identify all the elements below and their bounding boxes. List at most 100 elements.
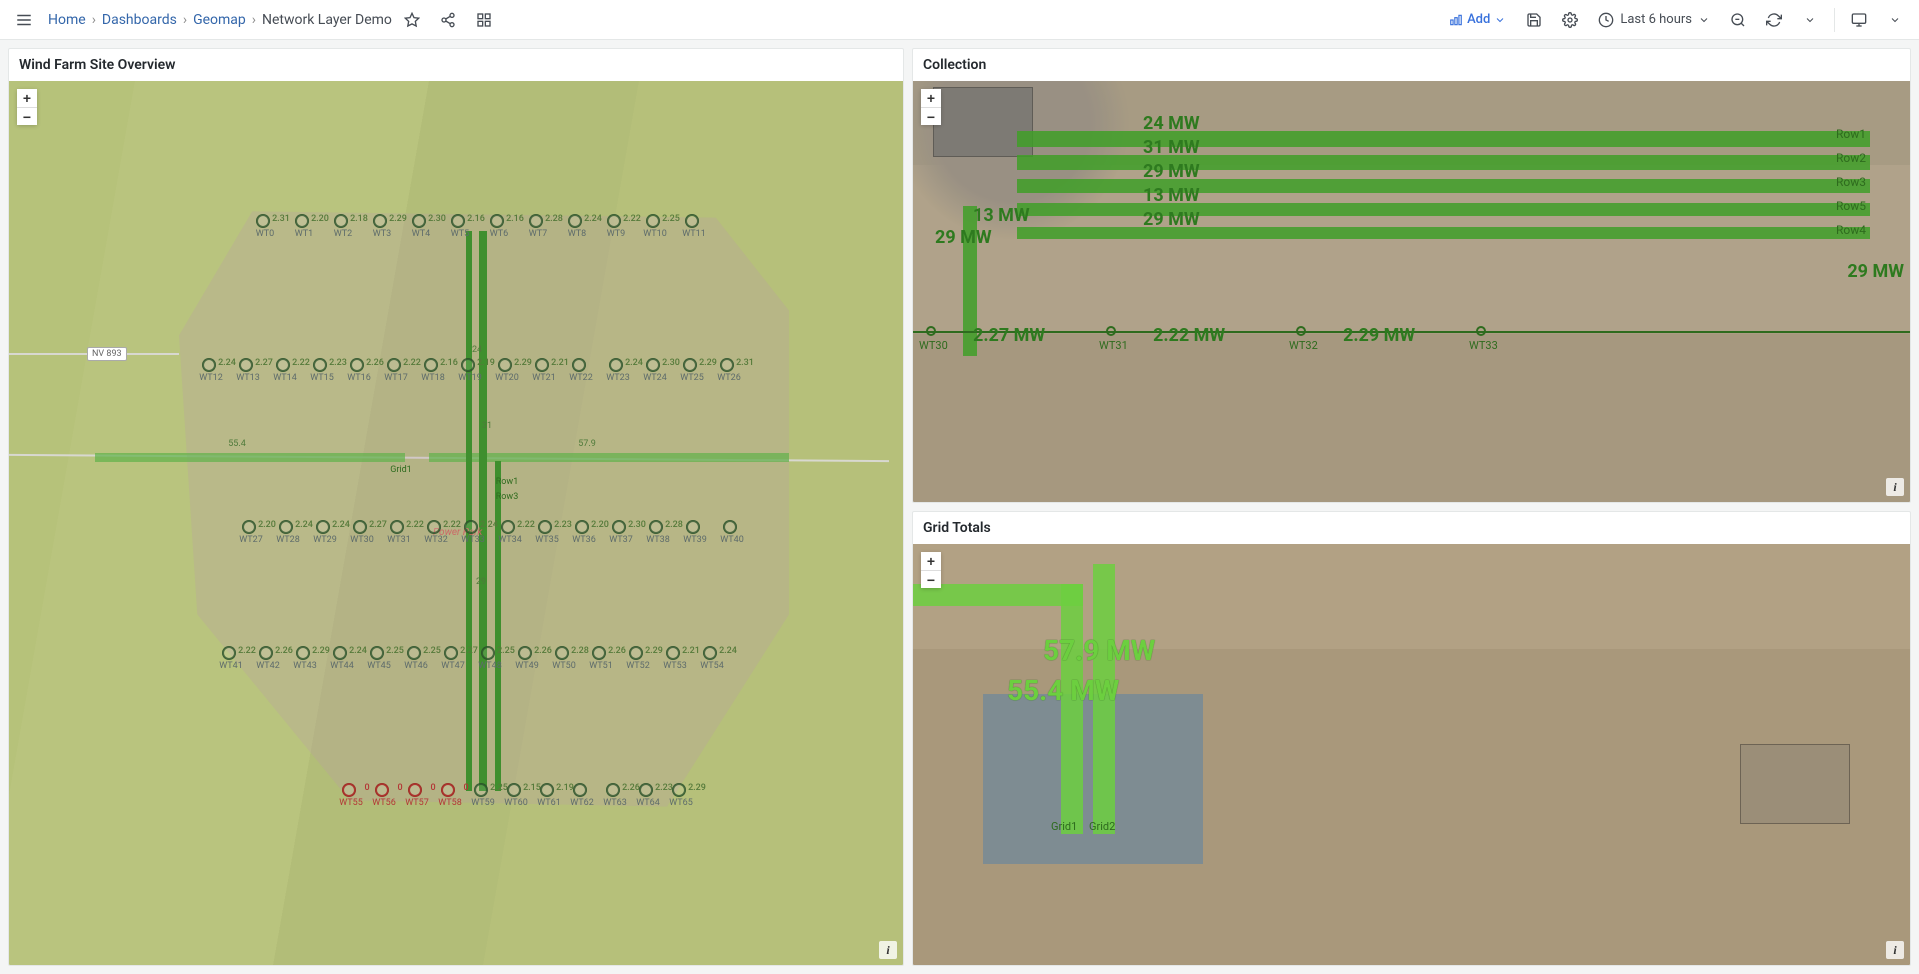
star-icon[interactable] [396, 4, 428, 36]
turbine-marker[interactable] [672, 783, 686, 797]
panel-title[interactable]: Wind Farm Site Overview [9, 49, 903, 81]
turbine-marker[interactable] [666, 646, 680, 660]
turbine-marker[interactable] [342, 783, 356, 797]
map-overview[interactable]: NV 893 55.4 57.9 24 31 29 Grid1 [9, 81, 903, 965]
settings-icon[interactable] [1554, 4, 1586, 36]
zoom-out-button[interactable]: − [921, 570, 941, 588]
turbine-marker[interactable] [387, 358, 401, 372]
breadcrumb-dashboards[interactable]: Dashboards [102, 12, 177, 28]
zoom-in-button[interactable]: + [921, 89, 941, 107]
save-icon[interactable] [1518, 4, 1550, 36]
turbine-marker[interactable] [313, 358, 327, 372]
turbine-marker[interactable] [501, 520, 515, 534]
turbine-marker[interactable] [612, 520, 626, 534]
map-gridtotals[interactable]: 57.9 MW 55.4 MW Grid1 Grid2 [913, 544, 1910, 965]
turbine-marker[interactable] [333, 646, 347, 660]
zoom-out-button[interactable]: − [921, 107, 941, 125]
turbine-marker[interactable] [256, 214, 270, 228]
turbine-marker[interactable] [296, 646, 310, 660]
turbine-marker[interactable] [606, 783, 620, 797]
breadcrumb-home[interactable]: Home [48, 12, 86, 28]
turbine-marker[interactable] [703, 646, 717, 660]
turbine-marker[interactable] [1473, 323, 1489, 339]
turbine-marker[interactable] [573, 783, 587, 797]
turbine-marker[interactable] [412, 214, 426, 228]
turbine-marker[interactable] [276, 358, 290, 372]
turbine-marker[interactable] [1103, 323, 1119, 339]
turbine-marker[interactable] [202, 358, 216, 372]
turbine-marker[interactable] [607, 214, 621, 228]
turbine-marker[interactable] [279, 520, 293, 534]
turbine-marker[interactable] [575, 520, 589, 534]
turbine-marker[interactable] [685, 214, 699, 228]
turbine-marker[interactable] [239, 358, 253, 372]
turbine-marker[interactable] [373, 214, 387, 228]
turbine-marker[interactable] [529, 214, 543, 228]
turbine-marker[interactable] [1293, 323, 1309, 339]
turbine-marker[interactable] [646, 214, 660, 228]
map-collection[interactable]: 24 MWRow131 MWRow229 MWRow313 MWRow529 M… [913, 81, 1910, 502]
breadcrumb-geomap[interactable]: Geomap [193, 12, 246, 28]
turbine-marker[interactable] [683, 358, 697, 372]
zoom-out-icon[interactable] [1722, 4, 1754, 36]
turbine-marker[interactable] [474, 783, 488, 797]
turbine-marker[interactable] [649, 520, 663, 534]
turbine-marker[interactable] [370, 646, 384, 660]
turbine-marker[interactable] [535, 358, 549, 372]
refresh-chevron-icon[interactable] [1794, 4, 1826, 36]
turbine-marker[interactable] [507, 783, 521, 797]
turbine-marker[interactable] [375, 783, 389, 797]
turbine-marker[interactable] [390, 520, 404, 534]
turbine-marker[interactable] [490, 214, 504, 228]
turbine-marker[interactable] [259, 646, 273, 660]
turbine-marker[interactable] [444, 646, 458, 660]
panel-title[interactable]: Grid Totals [913, 512, 1910, 544]
add-button[interactable]: Add [1441, 8, 1514, 31]
zoom-in-button[interactable]: + [17, 89, 37, 107]
panel-chevron-icon[interactable] [1879, 4, 1911, 36]
refresh-icon[interactable] [1758, 4, 1790, 36]
panel-title[interactable]: Collection [913, 49, 1910, 81]
turbine-marker[interactable] [408, 783, 422, 797]
share-icon[interactable] [432, 4, 464, 36]
turbine-marker[interactable] [572, 358, 586, 372]
turbine-marker[interactable] [424, 358, 438, 372]
turbine-marker[interactable] [451, 214, 465, 228]
zoom-in-button[interactable]: + [921, 552, 941, 570]
zoom-out-button[interactable]: − [17, 107, 37, 125]
turbine-marker[interactable] [498, 358, 512, 372]
attribution-icon[interactable]: i [1886, 478, 1904, 496]
turbine-marker[interactable] [646, 358, 660, 372]
turbine-marker[interactable] [555, 646, 569, 660]
turbine-marker[interactable] [441, 783, 455, 797]
turbine-marker[interactable] [629, 646, 643, 660]
turbine-marker[interactable] [481, 646, 495, 660]
turbine-marker[interactable] [295, 214, 309, 228]
turbine-marker[interactable] [723, 520, 737, 534]
attribution-icon[interactable]: i [879, 941, 897, 959]
turbine-marker[interactable] [222, 646, 236, 660]
turbine-marker[interactable] [461, 358, 475, 372]
tv-icon[interactable] [1843, 4, 1875, 36]
attribution-icon[interactable]: i [1886, 941, 1904, 959]
turbine-marker[interactable] [464, 520, 478, 534]
time-range-picker[interactable]: Last 6 hours [1590, 8, 1718, 32]
turbine-marker[interactable] [334, 214, 348, 228]
turbine-marker[interactable] [923, 323, 939, 339]
turbine-marker[interactable] [568, 214, 582, 228]
turbine-marker[interactable] [639, 783, 653, 797]
apps-icon[interactable] [468, 4, 500, 36]
turbine-marker[interactable] [609, 358, 623, 372]
turbine-marker[interactable] [242, 520, 256, 534]
turbine-marker[interactable] [518, 646, 532, 660]
turbine-marker[interactable] [350, 358, 364, 372]
turbine-marker[interactable] [592, 646, 606, 660]
turbine-marker[interactable] [407, 646, 421, 660]
turbine-marker[interactable] [427, 520, 441, 534]
turbine-marker[interactable] [538, 520, 552, 534]
turbine-marker[interactable] [316, 520, 330, 534]
turbine-marker[interactable] [540, 783, 554, 797]
turbine-marker[interactable] [353, 520, 367, 534]
menu-icon[interactable] [8, 4, 40, 36]
turbine-marker[interactable] [720, 358, 734, 372]
